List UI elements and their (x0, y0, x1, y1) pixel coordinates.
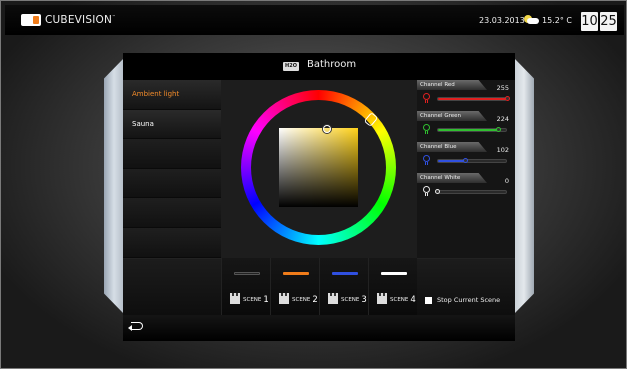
channel-panel: Channel Red 255 Channel Green 224 Channe… (417, 80, 515, 258)
bottom-bar (123, 315, 515, 341)
clapperboard-icon (377, 293, 387, 304)
scene-button-2[interactable]: SCENE 2 (270, 258, 319, 315)
room-header: H2O Bathroom (123, 53, 515, 79)
light-item-empty (123, 139, 221, 169)
scene-color-swatch (234, 272, 260, 275)
top-bar: CUBEVISION™ 23.03.2013 15.2° C 10 25 (5, 5, 624, 35)
channel-green: Channel Green 224 (417, 111, 515, 141)
scene-color-swatch (283, 272, 309, 275)
saturation-square[interactable] (279, 128, 358, 207)
room-panel: H2O Bathroom Ambient light Sauna Channel… (123, 53, 515, 341)
channel-label: Channel Green (417, 111, 487, 121)
scene-button-3[interactable]: SCENE 3 (319, 258, 368, 315)
clapperboard-icon (230, 293, 240, 304)
channel-slider[interactable] (437, 127, 507, 132)
stop-scene-toggle[interactable]: Stop Current Scene (425, 296, 500, 304)
saturation-handle[interactable] (323, 125, 331, 133)
channel-label: Channel White (417, 173, 487, 183)
channel-label: Channel Blue (417, 142, 487, 152)
weather-widget: 15.2° C (524, 15, 572, 25)
channel-red: Channel Red 255 (417, 80, 515, 110)
brand-name: CUBEVISION™ (45, 14, 117, 26)
stop-scene-label: Stop Current Scene (437, 296, 501, 304)
slider-knob[interactable] (435, 189, 440, 194)
slider-knob[interactable] (463, 158, 468, 163)
scene-button-4[interactable]: SCENE 4 (368, 258, 417, 315)
bulb-icon (423, 124, 430, 134)
slider-knob[interactable] (505, 96, 510, 101)
clock-hour: 10 (581, 12, 598, 31)
color-picker-area (221, 80, 417, 258)
bulb-icon (423, 93, 430, 103)
clock-minute: 25 (600, 12, 617, 31)
channel-slider[interactable] (437, 96, 510, 101)
carousel-left-panel[interactable] (104, 58, 124, 314)
date-display: 23.03.2013 (479, 16, 525, 25)
clapperboard-icon (328, 293, 338, 304)
partly-cloudy-icon (524, 15, 540, 25)
room-title: Bathroom (307, 59, 357, 70)
channel-blue: Channel Blue 102 (417, 142, 515, 172)
scene-color-swatch (332, 272, 358, 275)
app-frame: CUBEVISION™ 23.03.2013 15.2° C 10 25 H2O… (0, 0, 627, 369)
logo-icon (21, 14, 41, 26)
scene-bar: SCENE 1 SCENE 2 SCENE 3 SCENE 4 Stop Cur… (123, 258, 515, 315)
clapperboard-icon (279, 293, 289, 304)
light-item-empty (123, 198, 221, 228)
light-item-empty (123, 168, 221, 199)
carousel-right-panel[interactable] (514, 58, 534, 314)
bulb-icon (423, 186, 430, 196)
stop-scene-checkbox[interactable] (425, 296, 432, 304)
channel-value: 102 (496, 146, 509, 154)
light-item-empty (123, 227, 221, 258)
back-icon[interactable] (128, 320, 144, 332)
scene-button-1[interactable]: SCENE 1 (221, 258, 270, 315)
temperature: 15.2° C (542, 15, 572, 25)
channel-label: Channel Red (417, 80, 487, 90)
channel-value: 224 (496, 115, 509, 123)
logo: CUBEVISION™ (21, 14, 116, 26)
light-item-ambient[interactable]: Ambient light (123, 80, 221, 110)
water-icon: H2O (283, 62, 299, 71)
light-list: Ambient light Sauna (123, 80, 221, 258)
light-item-sauna[interactable]: Sauna (123, 109, 221, 140)
channel-slider[interactable] (437, 158, 507, 163)
channel-white: Channel White 0 (417, 173, 515, 203)
channel-value: 255 (496, 84, 509, 92)
channel-slider[interactable] (435, 189, 507, 194)
color-wheel[interactable] (241, 90, 396, 245)
bulb-icon (423, 155, 430, 165)
slider-knob[interactable] (496, 127, 502, 132)
channel-value: 0 (504, 177, 509, 185)
scene-color-swatch (381, 272, 407, 275)
